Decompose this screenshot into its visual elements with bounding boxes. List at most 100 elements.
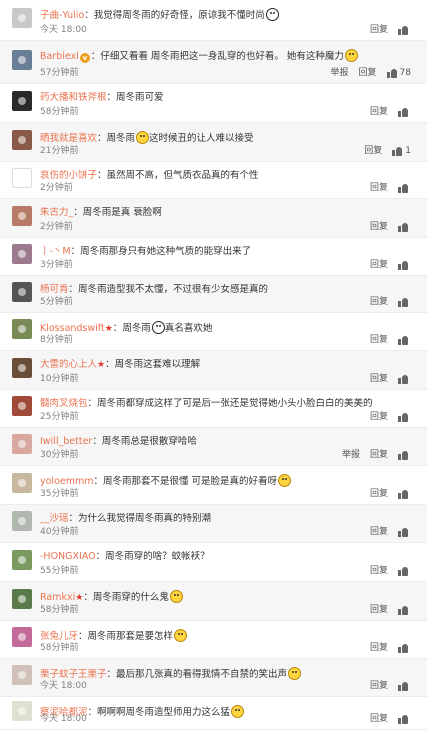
avatar[interactable]: [12, 91, 32, 111]
reply-button[interactable]: 回复: [370, 106, 388, 118]
username-link[interactable]: 大雷的心上人: [40, 359, 97, 370]
like-button[interactable]: [398, 412, 411, 422]
like-button[interactable]: [398, 605, 411, 615]
avatar[interactable]: [12, 130, 32, 150]
like-button[interactable]: [398, 107, 411, 117]
reply-button[interactable]: 回复: [370, 488, 388, 500]
reply-button[interactable]: 回复: [370, 680, 388, 692]
avatar[interactable]: [12, 473, 32, 493]
like-button[interactable]: [398, 714, 411, 724]
avatar[interactable]: [12, 358, 32, 378]
comment-item: -HONGXIAO：周冬雨穿的啥？蚊帐袄？ 55分钟前 回复: [0, 543, 427, 582]
colon-separator: ：: [105, 359, 115, 370]
reply-button[interactable]: 回复: [359, 67, 377, 79]
comment-text: 周冬雨: [122, 323, 151, 334]
username-link[interactable]: 张兔儿牙: [40, 631, 78, 642]
like-button[interactable]: [398, 183, 411, 193]
like-button[interactable]: [398, 335, 411, 345]
username-link[interactable]: 哀伤的小饼子: [40, 170, 97, 181]
username-link[interactable]: -HONGXIAO: [40, 551, 96, 562]
avatar[interactable]: [12, 511, 32, 531]
like-button[interactable]: 78: [386, 67, 411, 79]
colon-separator: ：: [68, 284, 79, 295]
username-link[interactable]: 杨可肯: [40, 284, 69, 295]
comment-time: 35分钟前: [40, 489, 79, 499]
report-button[interactable]: 举报: [342, 449, 360, 461]
avatar[interactable]: [12, 206, 32, 226]
avatar[interactable]: [12, 282, 32, 302]
avatar-face-icon: [18, 174, 26, 182]
comment-meta: 2分钟前 回复: [40, 221, 419, 233]
avatar[interactable]: [12, 50, 32, 70]
reply-button[interactable]: 回复: [370, 221, 388, 233]
avatar[interactable]: [12, 550, 32, 570]
comment-item: 药大播和铁斧根：周冬雨可爱 58分钟前 回复: [0, 84, 427, 123]
username-link[interactable]: 朱古力_: [40, 207, 73, 218]
comment-line: 杨可肯：周冬雨造型我不太懂，不过很有少女感是真的: [40, 284, 419, 296]
avatar[interactable]: [12, 396, 32, 416]
reply-button[interactable]: 回复: [370, 642, 388, 654]
comment-actions: 回复: [360, 488, 411, 500]
reply-button[interactable]: 回复: [370, 449, 388, 461]
username-link[interactable]: Barbiexl: [40, 51, 79, 62]
username-link[interactable]: Iwill_better: [40, 436, 92, 447]
comment-item: yoloemmm：周冬雨那套不是很懂 可是脸是真的好看呀 35分钟前 回复: [0, 466, 427, 505]
comment-meta: 今天 18:00 回复: [40, 680, 419, 692]
reply-button[interactable]: 回复: [370, 24, 388, 36]
username-link[interactable]: 药大播和铁斧根: [40, 92, 107, 103]
reply-button[interactable]: 回复: [370, 604, 388, 616]
reply-button[interactable]: 回复: [370, 565, 388, 577]
like-button[interactable]: [398, 297, 411, 307]
avatar[interactable]: [12, 627, 32, 647]
avatar[interactable]: [12, 8, 32, 28]
reply-button[interactable]: 回复: [370, 296, 388, 308]
comment-line: __沙瑶：为什么我觉得周冬雨真的特别潮: [40, 513, 419, 525]
reply-button[interactable]: 回复: [370, 713, 388, 725]
like-button[interactable]: [398, 450, 411, 460]
avatar[interactable]: [12, 168, 32, 188]
avatar[interactable]: [12, 701, 32, 721]
username-link[interactable]: 子曲-Yulio: [40, 10, 84, 21]
avatar-face-icon: [18, 595, 26, 603]
comment-meta: 2分钟前 回复: [40, 182, 419, 194]
like-button[interactable]: [398, 374, 411, 384]
avatar[interactable]: [12, 589, 32, 609]
like-button[interactable]: [398, 643, 411, 653]
comment-item: Ramkxi★：周冬雨穿的什么鬼 58分钟前 回复: [0, 582, 427, 621]
reply-button[interactable]: 回复: [370, 373, 388, 385]
username-link[interactable]: 丨-丶M: [40, 246, 71, 257]
like-button[interactable]: [398, 260, 411, 270]
username-link[interactable]: 晒我就是喜欢: [40, 133, 97, 144]
thumbs-up-icon: [398, 183, 408, 193]
like-button[interactable]: [398, 489, 411, 499]
like-button[interactable]: [398, 527, 411, 537]
like-button[interactable]: [398, 681, 411, 691]
like-button[interactable]: 1: [392, 145, 411, 157]
avatar[interactable]: [12, 434, 32, 454]
like-button[interactable]: [398, 25, 411, 35]
comment-text: 周冬雨是真 衰脸啊: [82, 207, 162, 218]
username-link[interactable]: Ramkxi: [40, 592, 75, 603]
username-link[interactable]: yoloemmm: [40, 476, 94, 487]
reply-button[interactable]: 回复: [370, 334, 388, 346]
like-button[interactable]: [398, 222, 411, 232]
reply-button[interactable]: 回复: [370, 411, 388, 423]
username-link[interactable]: 栗子蚊子王栗子: [40, 669, 107, 680]
reply-button[interactable]: 回复: [370, 182, 388, 194]
comment-time: 25分钟前: [40, 412, 79, 422]
username-link[interactable]: 髓肉叉烧包: [40, 398, 88, 409]
username-link[interactable]: Klossandswift: [40, 323, 105, 334]
comment-line: yoloemmm：周冬雨那套不是很懂 可是脸是真的好看呀: [40, 474, 419, 488]
like-button[interactable]: [398, 566, 411, 576]
username-link[interactable]: __沙瑶: [40, 513, 69, 524]
like-count: 78: [399, 68, 411, 78]
avatar[interactable]: [12, 244, 32, 264]
reply-button[interactable]: 回复: [370, 526, 388, 538]
reply-button[interactable]: 回复: [364, 145, 382, 157]
reply-button[interactable]: 回复: [370, 259, 388, 271]
comment-actions: 回复: [360, 713, 411, 725]
avatar[interactable]: [12, 665, 32, 685]
avatar[interactable]: [12, 319, 32, 339]
report-button[interactable]: 举报: [331, 67, 349, 79]
thumbs-up-icon: [392, 146, 403, 156]
